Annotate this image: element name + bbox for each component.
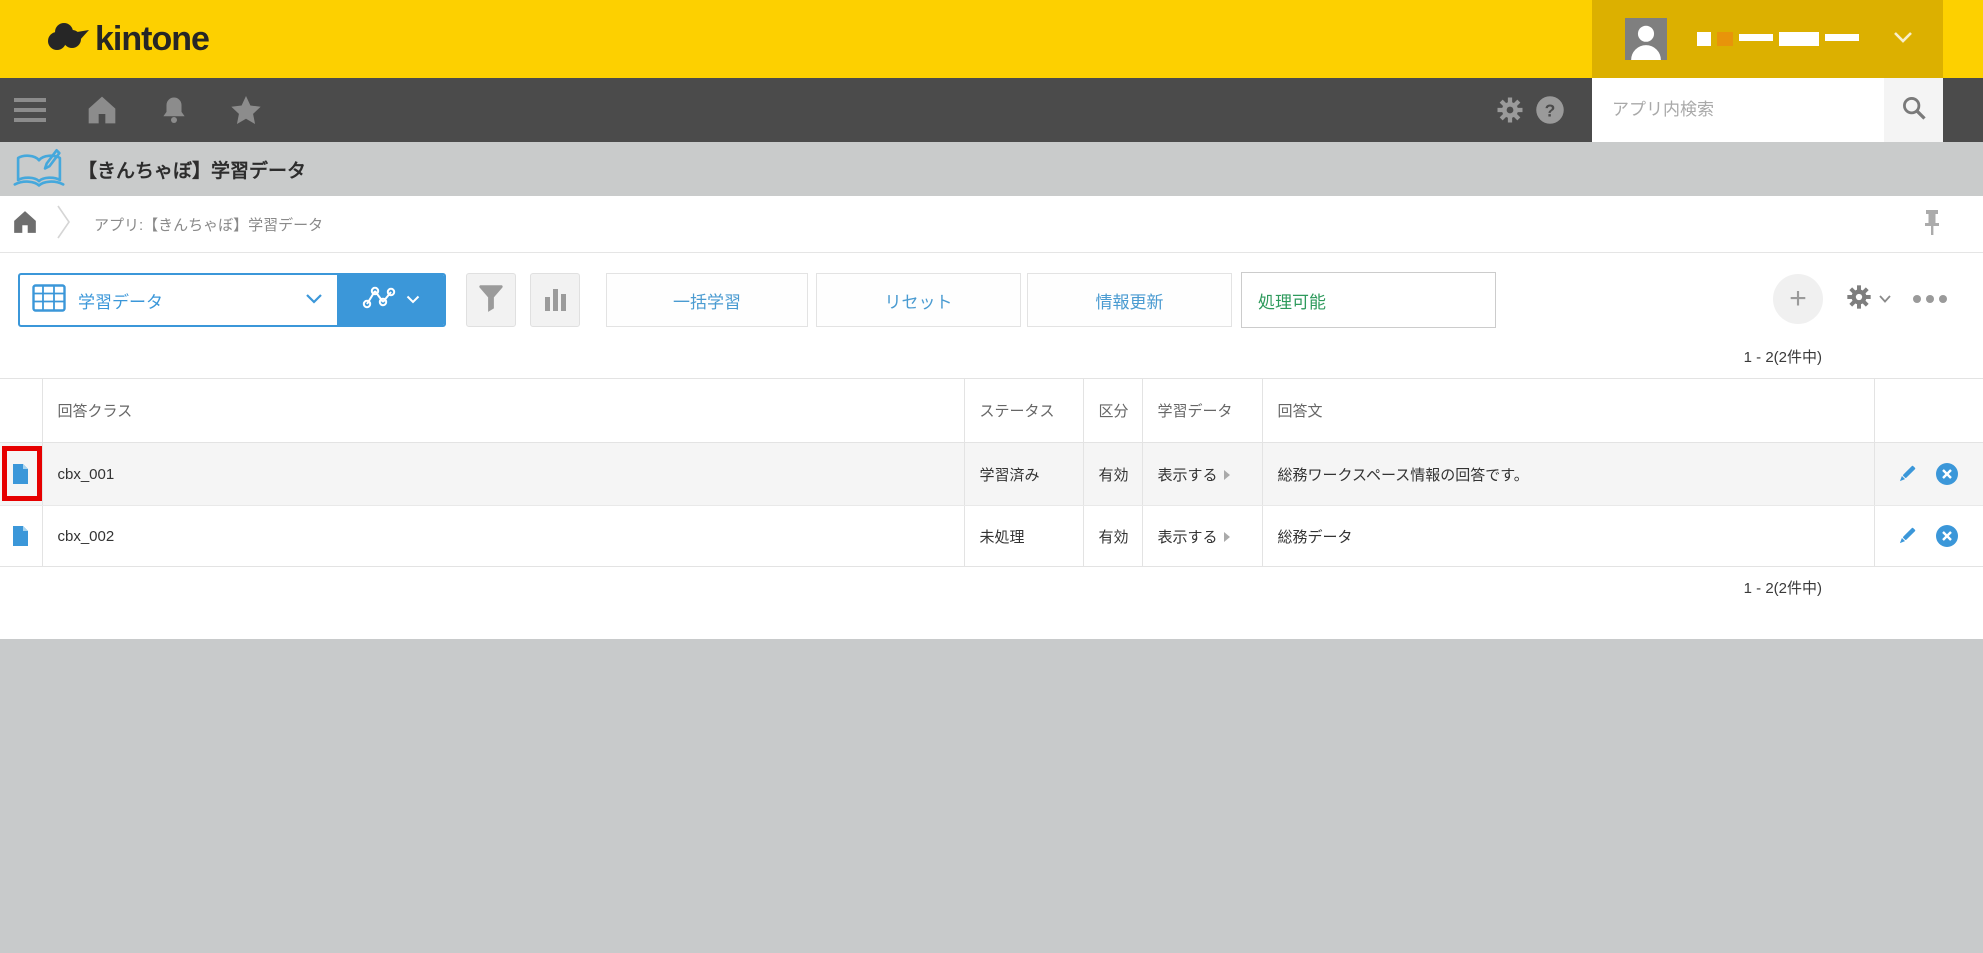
- notifications-bell-icon[interactable]: [154, 90, 194, 130]
- search-submit-button[interactable]: [1884, 78, 1943, 142]
- user-name-redacted: [1697, 29, 1859, 49]
- top-header-bar: kintone: [0, 0, 1983, 78]
- app-search: [1592, 78, 1943, 142]
- filter-button[interactable]: [466, 273, 516, 327]
- kintone-cloud-icon: [45, 19, 91, 60]
- record-list-content: 学習データ 一括学習 リセット 情報更新 処理可能 + 1 - 2(2件中) 回…: [0, 253, 1983, 639]
- pagination-top: 1 - 2(2件中): [1743, 349, 1822, 366]
- app-settings-button[interactable]: [1845, 283, 1891, 316]
- cell-answer-class: cbx_002: [42, 505, 965, 567]
- header-actions-column: [1874, 378, 1983, 443]
- user-avatar: [1625, 18, 1667, 60]
- breadcrumb-chevron-icon: [56, 202, 72, 247]
- records-table: 回答クラス ステータス 区分 学習データ 回答文 cbx_001 学習済み 有効: [0, 378, 1983, 567]
- view-selector-label: 学習データ: [78, 292, 163, 312]
- edit-pencil-icon[interactable]: [1895, 462, 1919, 486]
- more-options-ellipsis-icon[interactable]: [1913, 295, 1947, 303]
- bulk-learn-button[interactable]: 一括学習: [606, 273, 808, 327]
- expand-triangle-icon: [1223, 469, 1230, 480]
- cell-status: 学習済み: [964, 442, 1084, 506]
- home-icon[interactable]: [82, 90, 122, 130]
- favorites-star-icon[interactable]: [226, 90, 266, 130]
- cell-learning-data-toggle[interactable]: 表示する: [1142, 505, 1263, 567]
- header-answer-text: 回答文: [1262, 378, 1875, 443]
- view-selector-chevron-down-icon: [305, 291, 323, 309]
- table-row: cbx_001 学習済み 有効 表示する 総務ワークスペース情報の回答です。: [0, 442, 1983, 506]
- hamburger-menu-icon[interactable]: [10, 90, 50, 130]
- user-menu[interactable]: [1592, 0, 1943, 78]
- header-learning-data: 学習データ: [1142, 378, 1263, 443]
- table-row: cbx_002 未処理 有効 表示する 総務データ: [0, 505, 1983, 567]
- delete-x-icon[interactable]: [1935, 462, 1959, 486]
- user-menu-chevron-down-icon: [1893, 30, 1913, 48]
- cell-answer-text: 総務データ: [1262, 505, 1875, 567]
- cell-learning-data-toggle[interactable]: 表示する: [1142, 442, 1263, 506]
- edit-pencil-icon[interactable]: [1895, 524, 1919, 548]
- chart-button[interactable]: [530, 273, 580, 327]
- reset-button[interactable]: リセット: [816, 273, 1021, 327]
- app-book-pencil-icon: [0, 147, 78, 191]
- plus-icon: +: [1789, 282, 1807, 315]
- bar-chart-icon: [544, 289, 566, 311]
- delete-x-icon[interactable]: [1935, 524, 1959, 548]
- header-status: ステータス: [964, 378, 1084, 443]
- record-document-icon[interactable]: [0, 506, 42, 566]
- breadcrumb-app-label[interactable]: アプリ:【きんちゃぼ】学習データ: [94, 214, 323, 235]
- breadcrumb-home-icon[interactable]: [12, 210, 38, 239]
- cell-answer-class: cbx_001: [42, 442, 965, 506]
- header-icon-column: [0, 378, 43, 443]
- logo-wordmark: kintone: [95, 19, 210, 58]
- settings-gear-icon[interactable]: [1490, 90, 1530, 130]
- table-view-icon: [32, 283, 66, 317]
- record-document-icon[interactable]: [0, 443, 42, 505]
- header-category: 区分: [1083, 378, 1143, 443]
- pagination-bottom: 1 - 2(2件中): [1743, 580, 1822, 597]
- svg-text:?: ?: [1545, 100, 1556, 120]
- expand-triangle-icon: [1223, 531, 1230, 542]
- app-search-input[interactable]: [1592, 78, 1884, 142]
- header-answer-class: 回答クラス: [42, 378, 965, 443]
- view-toolbar: 学習データ 一括学習 リセット 情報更新 処理可能 +: [0, 253, 1983, 328]
- cell-status: 未処理: [964, 505, 1084, 567]
- global-nav-bar: ?: [0, 78, 1983, 142]
- page-background: [0, 639, 1983, 953]
- graph-view-toggle[interactable]: [337, 275, 444, 325]
- pin-icon[interactable]: [1921, 208, 1943, 243]
- help-question-icon[interactable]: ?: [1530, 90, 1570, 130]
- app-title: 【きんちゃぼ】学習データ: [78, 160, 307, 182]
- breadcrumb: アプリ:【きんちゃぼ】学習データ: [0, 196, 1983, 253]
- graph-chevron-down-icon: [406, 291, 420, 309]
- graph-nodes-icon: [362, 285, 396, 316]
- funnel-icon: [477, 283, 505, 318]
- toolbar-gear-icon: [1845, 283, 1873, 316]
- update-info-button[interactable]: 情報更新: [1027, 273, 1232, 327]
- view-selector[interactable]: 学習データ: [18, 273, 446, 327]
- app-title-bar: 【きんちゃぼ】学習データ: [0, 142, 1983, 196]
- settings-chevron-down-icon: [1879, 290, 1891, 308]
- cell-answer-text: 総務ワークスペース情報の回答です。: [1262, 442, 1875, 506]
- status-filter-label: 処理可能: [1258, 292, 1326, 312]
- search-magnifier-icon: [1900, 94, 1928, 127]
- kintone-logo[interactable]: kintone: [45, 19, 210, 60]
- status-filter-box[interactable]: 処理可能: [1241, 272, 1496, 328]
- add-record-button[interactable]: +: [1773, 274, 1823, 324]
- table-header-row: 回答クラス ステータス 区分 学習データ 回答文: [0, 378, 1983, 443]
- cell-category: 有効: [1083, 505, 1143, 567]
- cell-category: 有効: [1083, 442, 1143, 506]
